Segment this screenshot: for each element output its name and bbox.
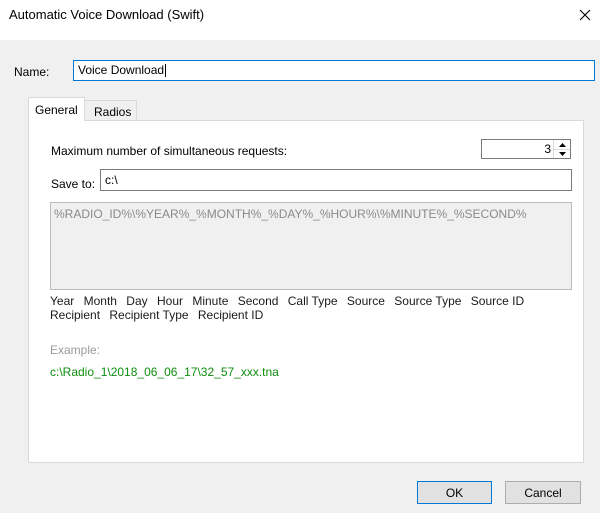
example-path: c:\Radio_1\2018_06_06_17\32_57_xxx.tna [50,365,279,379]
ok-button[interactable]: OK [417,481,492,504]
arrow-up-icon[interactable] [554,140,570,149]
tab-general[interactable]: General [28,97,85,121]
filename-pattern-box[interactable]: %RADIO_ID%\%YEAR%_%MONTH%_%DAY%_%HOUR%\%… [50,202,572,290]
name-value: Voice Download [78,63,165,77]
token-month[interactable]: Month [84,294,117,308]
token-source-id[interactable]: Source ID [471,294,524,308]
general-tab-panel: Maximum number of simultaneous requests:… [28,120,584,463]
example-label: Example: [50,343,101,357]
pattern-token-list: Year Month Day Hour Minute Second Call T… [50,294,550,322]
cancel-button[interactable]: Cancel [505,481,581,504]
dialog-body: Name: Voice Download General Radios Maxi… [0,40,600,513]
text-caret [165,64,167,78]
max-requests-value: 3 [544,142,551,156]
token-minute[interactable]: Minute [192,294,228,308]
token-day[interactable]: Day [126,294,147,308]
window-title: Automatic Voice Download (Swift) [9,7,205,22]
name-label: Name: [14,65,50,79]
save-to-label: Save to: [51,177,96,191]
tab-radios[interactable]: Radios [85,100,137,121]
close-icon[interactable] [570,0,600,30]
token-source-type[interactable]: Source Type [394,294,461,308]
token-call-type[interactable]: Call Type [288,294,338,308]
token-year[interactable]: Year [50,294,74,308]
max-requests-label: Maximum number of simultaneous requests: [51,144,288,158]
name-input[interactable]: Voice Download [73,60,595,81]
token-recipient-type[interactable]: Recipient Type [109,308,188,322]
token-source[interactable]: Source [347,294,385,308]
save-to-input[interactable]: c:\ [100,169,572,191]
token-hour[interactable]: Hour [157,294,183,308]
max-requests-stepper[interactable]: 3 [481,139,571,159]
token-second[interactable]: Second [238,294,279,308]
arrow-down-icon[interactable] [554,149,570,158]
token-recipient-id[interactable]: Recipient ID [198,308,263,322]
token-recipient[interactable]: Recipient [50,308,100,322]
stepper-buttons [553,140,570,158]
title-bar: Automatic Voice Download (Swift) [0,0,600,30]
